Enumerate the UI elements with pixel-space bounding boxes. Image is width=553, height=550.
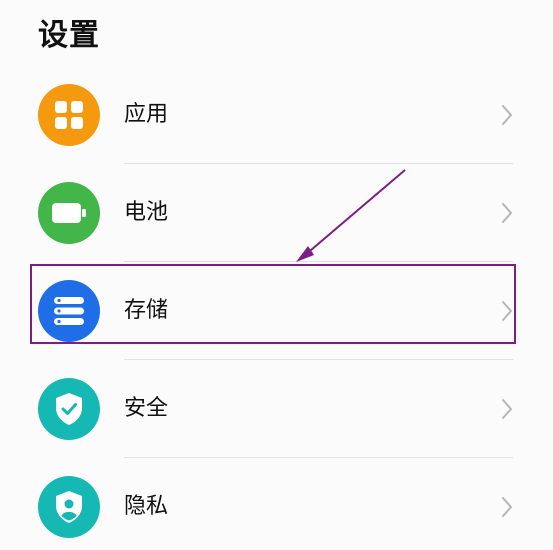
settings-list: 应用 电池 存储 安全 隐私	[0, 66, 553, 550]
chevron-right-icon	[502, 497, 512, 517]
chevron-right-icon	[502, 203, 512, 223]
settings-item-label: 隐私	[124, 494, 169, 519]
chevron-right-icon	[502, 399, 512, 419]
chevron-right-icon	[502, 105, 512, 125]
privacy-shield-icon	[38, 476, 100, 538]
settings-item-label: 安全	[124, 396, 169, 421]
page-title: 设置	[38, 18, 100, 53]
storage-icon	[38, 280, 100, 342]
apps-grid-icon	[38, 84, 100, 146]
settings-page: 设置 应用 电池 存储 安全 隐私	[0, 0, 553, 550]
settings-item-battery[interactable]: 电池	[0, 164, 553, 262]
settings-item-label: 电池	[124, 200, 169, 225]
settings-item-apps[interactable]: 应用	[0, 66, 553, 164]
settings-item-label: 应用	[124, 102, 169, 127]
settings-item-privacy[interactable]: 隐私	[0, 458, 553, 550]
settings-item-storage[interactable]: 存储	[0, 262, 553, 360]
battery-icon	[38, 182, 100, 244]
shield-check-icon	[38, 378, 100, 440]
settings-item-label: 存储	[124, 298, 169, 323]
settings-item-security[interactable]: 安全	[0, 360, 553, 458]
chevron-right-icon	[502, 301, 512, 321]
